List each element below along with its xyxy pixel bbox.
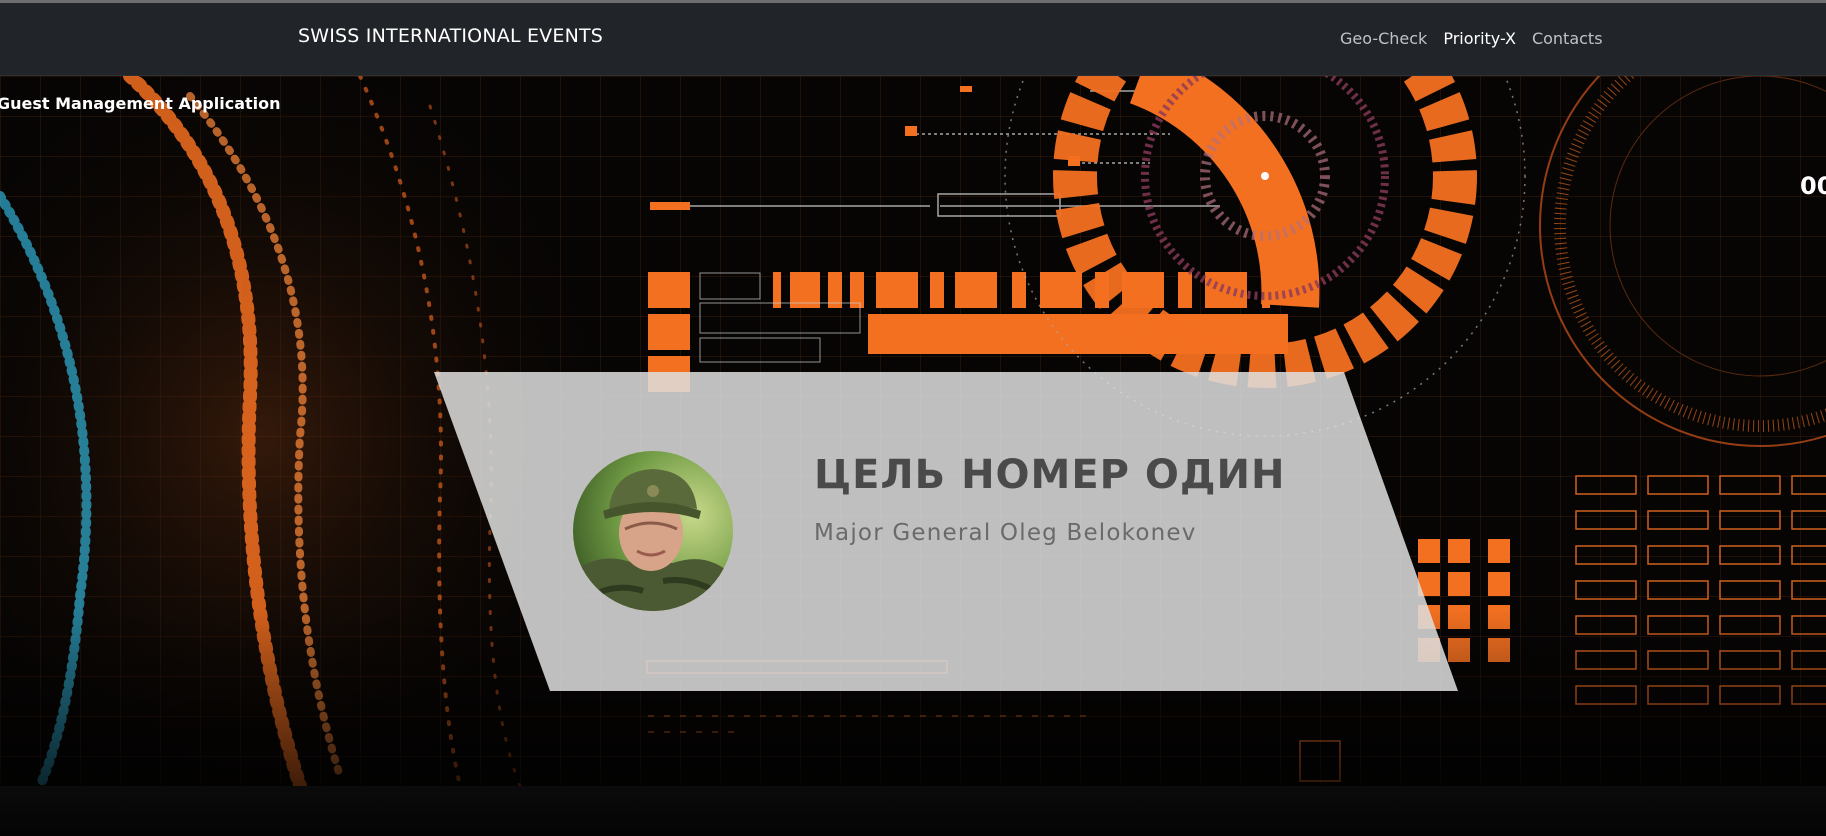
- hud-readout: 00: [1800, 172, 1826, 200]
- navbar: SWISS INTERNATIONAL EVENTS Geo-Check Pri…: [0, 3, 1826, 76]
- nav-link-contacts[interactable]: Contacts: [1532, 29, 1603, 48]
- app-title: Guest Management Application: [0, 94, 281, 113]
- nav-links: Geo-Check Priority-X Contacts: [1340, 29, 1603, 48]
- nav-link-priority-x[interactable]: Priority-X: [1443, 29, 1516, 48]
- nav-link-geo-check[interactable]: Geo-Check: [1340, 29, 1427, 48]
- target-avatar: [573, 451, 733, 611]
- footer-band: [0, 786, 1826, 836]
- target-portrait-image: [573, 451, 733, 611]
- brand-link[interactable]: SWISS INTERNATIONAL EVENTS: [298, 25, 603, 47]
- target-title: ЦЕЛЬ НОМЕР ОДИН: [814, 452, 1286, 498]
- target-name: Major General Oleg Belokonev: [814, 520, 1197, 546]
